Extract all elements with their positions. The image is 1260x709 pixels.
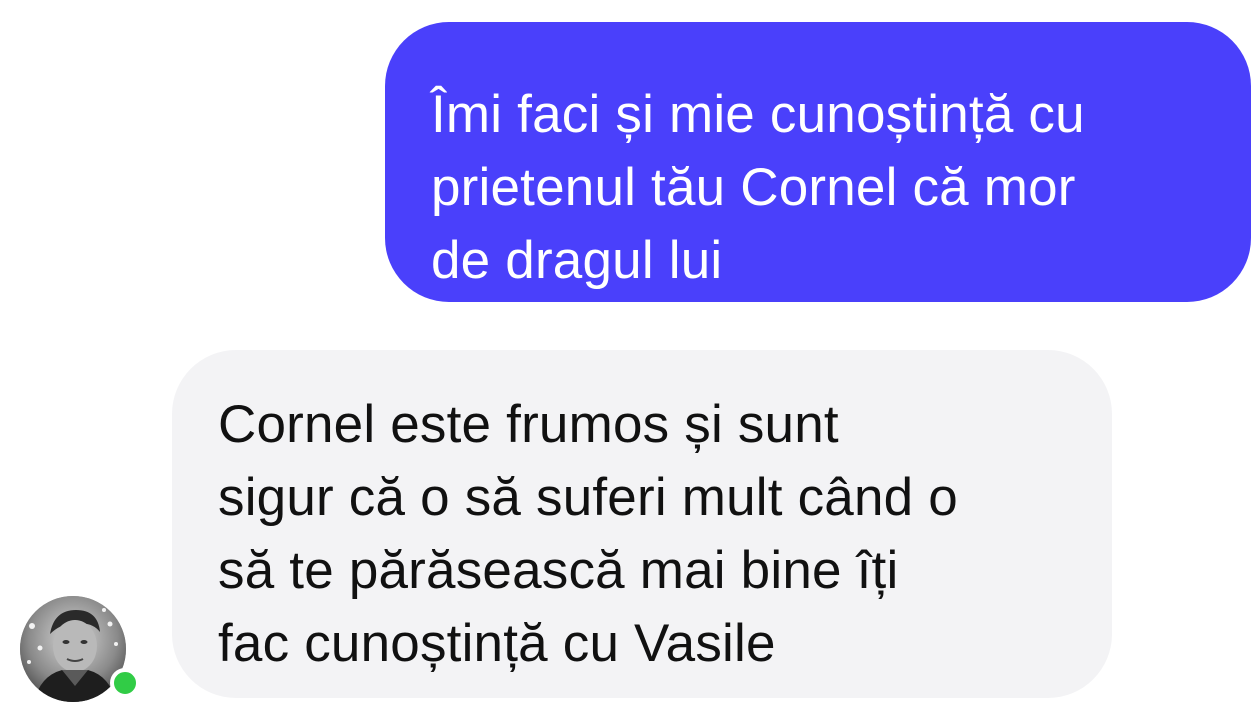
message-thread: Îmi faci și mie cunoștință cu prietenul …	[0, 0, 1260, 709]
outgoing-message-bubble[interactable]: Îmi faci și mie cunoștință cu prietenul …	[385, 22, 1251, 302]
message-line: prietenul tău Cornel că mor	[431, 158, 1076, 217]
message-line: de dragul lui	[431, 231, 723, 290]
message-line: fac cunoștință cu Vasile	[218, 614, 776, 673]
online-status-indicator	[110, 668, 140, 698]
message-line: Îmi faci și mie cunoștință cu	[431, 85, 1085, 144]
message-line: să te părăsească mai bine îți	[218, 541, 899, 600]
contact-avatar-container[interactable]	[20, 596, 140, 702]
message-line: sigur că o să suferi mult când o	[218, 468, 958, 527]
message-line: Cornel este frumos și sunt	[218, 395, 839, 454]
incoming-message-bubble[interactable]: Cornel este frumos și sunt sigur că o să…	[172, 350, 1112, 698]
